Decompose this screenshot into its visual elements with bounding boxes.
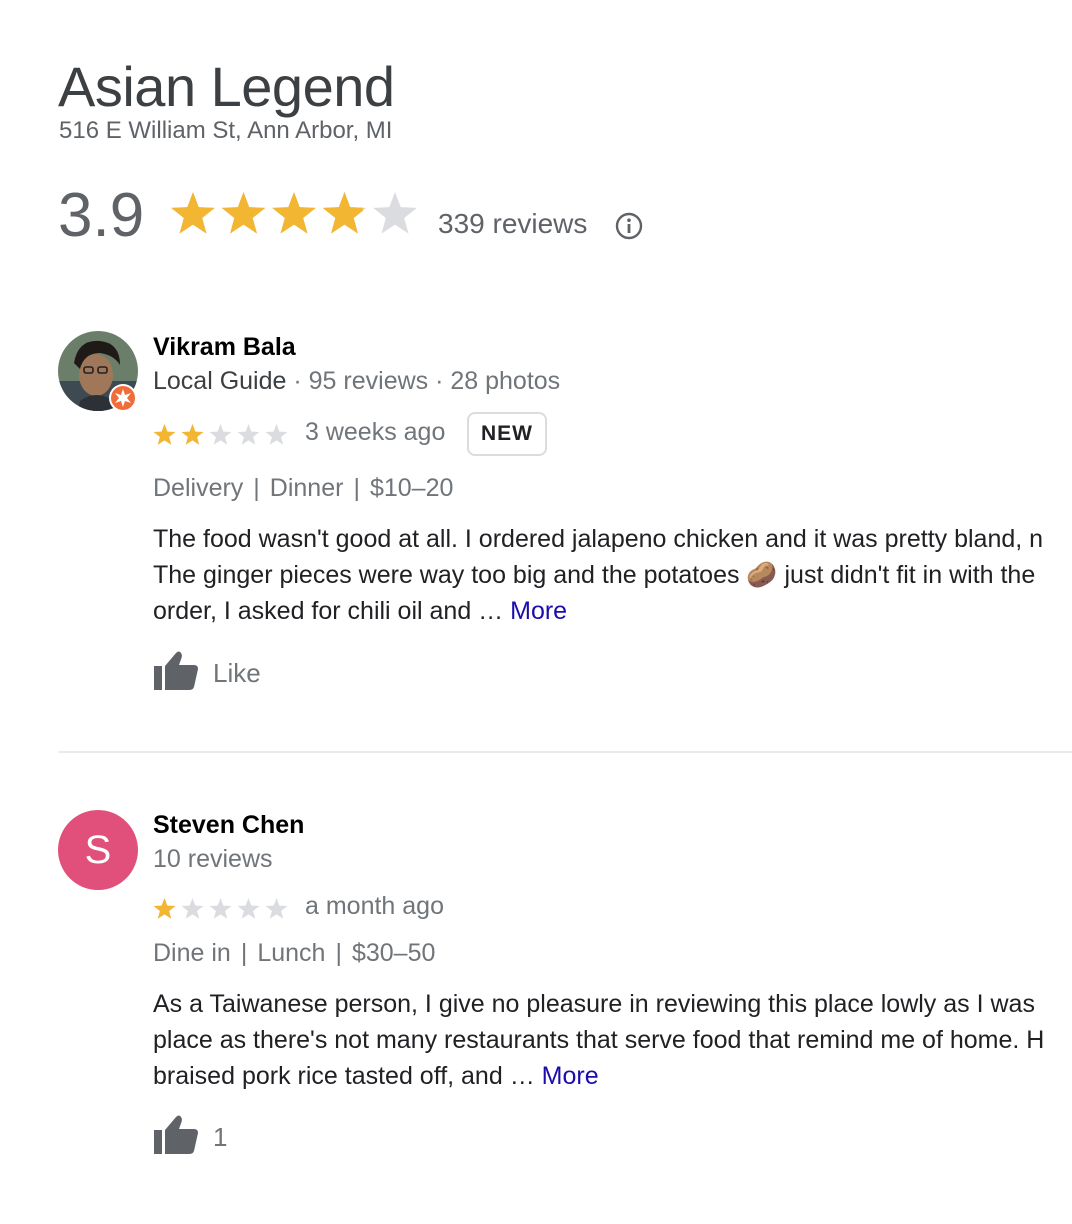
avatar-letter: S bbox=[58, 810, 138, 890]
tag-meal: Dinner bbox=[269, 474, 344, 502]
star-filled bbox=[153, 424, 176, 445]
new-badge: NEW bbox=[467, 412, 547, 456]
review-text-line: braised pork rice tasted off, and … More bbox=[153, 1058, 1072, 1094]
review-time: a month ago bbox=[305, 892, 444, 920]
overall-rating-row: 3.9 339 reviews bbox=[58, 178, 758, 250]
star-empty bbox=[209, 424, 232, 445]
review-time: 3 weeks ago bbox=[305, 418, 446, 446]
star-empty bbox=[181, 898, 204, 919]
tag-price: $30–50 bbox=[351, 939, 436, 967]
star-empty bbox=[265, 424, 288, 445]
review-star-rating bbox=[153, 898, 288, 919]
star-empty bbox=[237, 424, 260, 445]
reviewer-meta[interactable]: 10 reviews bbox=[153, 845, 273, 874]
star-empty bbox=[373, 192, 417, 234]
review-text: As a Taiwanese person, I give no pleasur… bbox=[153, 986, 1072, 1094]
like-label: Like bbox=[213, 658, 261, 688]
reviewer-name[interactable]: Steven Chen bbox=[153, 811, 304, 840]
review-text-tail: order, I asked for chili oil and … bbox=[153, 597, 511, 625]
review-text-line: The ginger pieces were way too big and t… bbox=[153, 561, 1036, 589]
review-star-rating bbox=[153, 424, 288, 445]
tag-service: Delivery bbox=[153, 474, 244, 502]
star-empty bbox=[209, 898, 232, 919]
reviews-page: Asian Legend 516 E William St, Ann Arbor… bbox=[0, 0, 1072, 1224]
reviewer-name[interactable]: Vikram Bala bbox=[153, 333, 296, 362]
review-text: The food wasn't good at all. I ordered j… bbox=[153, 521, 1072, 629]
more-link[interactable]: More bbox=[542, 1062, 599, 1090]
star-filled bbox=[181, 424, 204, 445]
place-title: Asian Legend bbox=[58, 55, 395, 118]
tag-separator: | bbox=[353, 474, 360, 502]
thumbs-up-icon bbox=[154, 1115, 198, 1154]
review-text-line: As a Taiwanese person, I give no pleasur… bbox=[153, 990, 1035, 1018]
star-empty bbox=[237, 898, 260, 919]
tag-separator: | bbox=[335, 939, 342, 967]
tag-service: Dine in bbox=[153, 939, 231, 967]
overall-star-rating bbox=[171, 192, 417, 234]
star-filled bbox=[221, 192, 266, 234]
avatar[interactable] bbox=[58, 331, 138, 412]
review-tags: Dine in | Lunch | $30–50 bbox=[153, 939, 435, 968]
more-link[interactable]: More bbox=[510, 597, 567, 625]
thumbs-up-icon bbox=[154, 651, 198, 690]
review-text-tail: braised pork rice tasted off, and … bbox=[153, 1062, 542, 1090]
star-filled bbox=[272, 192, 316, 234]
review-text-line: The food wasn't good at all. I ordered j… bbox=[153, 525, 1044, 553]
like-count: 1 bbox=[213, 1122, 228, 1152]
review-text-line: place as there's not many restaurants th… bbox=[153, 1026, 1045, 1054]
review-divider bbox=[59, 751, 1072, 753]
reviewer-meta[interactable]: Local Guide · 95 reviews · 28 photos bbox=[153, 367, 560, 396]
star-empty bbox=[265, 898, 288, 919]
star-filled bbox=[322, 192, 363, 234]
rating-number: 3.9 bbox=[58, 181, 145, 250]
review-text-line: order, I asked for chili oil and … More bbox=[153, 593, 1072, 629]
avatar[interactable]: S bbox=[58, 810, 138, 890]
local-guide-label: Local Guide bbox=[153, 367, 287, 395]
local-guide-badge-icon bbox=[109, 384, 137, 412]
review-tags: Delivery | Dinner | $10–20 bbox=[153, 474, 453, 503]
tag-separator: | bbox=[253, 474, 260, 502]
info-icon[interactable] bbox=[615, 212, 643, 240]
review-count-link[interactable]: 339 reviews bbox=[438, 208, 587, 240]
reviewer-stats: · 95 reviews · 28 photos bbox=[286, 367, 561, 395]
star-filled bbox=[153, 898, 176, 919]
tag-price: $10–20 bbox=[369, 474, 454, 502]
tag-separator: | bbox=[240, 939, 248, 967]
tag-meal: Lunch bbox=[257, 939, 326, 967]
place-address: 516 E William St, Ann Arbor, MI bbox=[59, 117, 393, 144]
star-filled bbox=[171, 192, 215, 234]
